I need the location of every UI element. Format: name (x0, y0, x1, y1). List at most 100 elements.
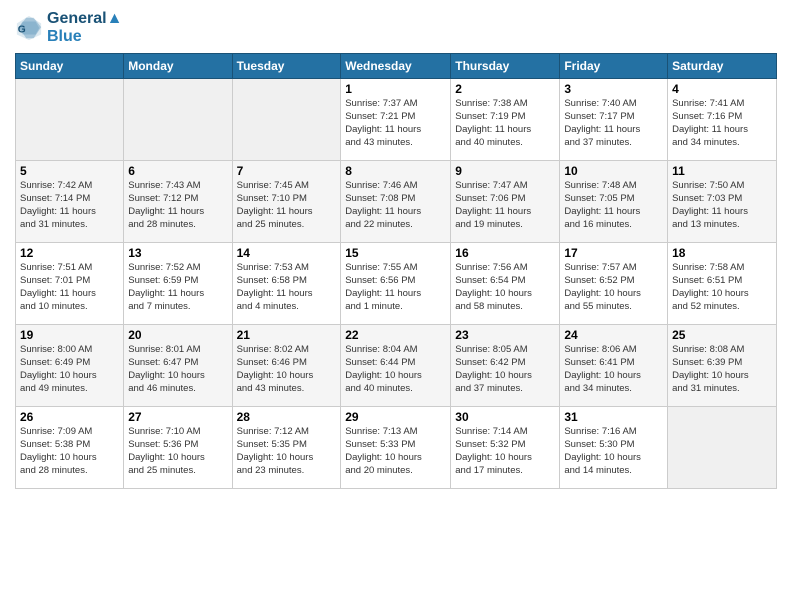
day-number: 19 (20, 328, 119, 342)
day-info: Sunrise: 7:45 AM Sunset: 7:10 PM Dayligh… (237, 180, 337, 231)
day-info: Sunrise: 8:08 AM Sunset: 6:39 PM Dayligh… (672, 344, 772, 395)
page: G General▲ Blue Sunday Monday Tuesday We… (0, 0, 792, 612)
day-number: 28 (237, 410, 337, 424)
day-info: Sunrise: 8:01 AM Sunset: 6:47 PM Dayligh… (128, 344, 227, 395)
calendar-cell: 23Sunrise: 8:05 AM Sunset: 6:42 PM Dayli… (451, 325, 560, 407)
day-number: 4 (672, 82, 772, 96)
col-tuesday: Tuesday (232, 54, 341, 79)
day-info: Sunrise: 7:48 AM Sunset: 7:05 PM Dayligh… (564, 180, 663, 231)
col-sunday: Sunday (16, 54, 124, 79)
header-row: Sunday Monday Tuesday Wednesday Thursday… (16, 54, 777, 79)
day-info: Sunrise: 7:50 AM Sunset: 7:03 PM Dayligh… (672, 180, 772, 231)
day-number: 30 (455, 410, 555, 424)
col-saturday: Saturday (668, 54, 777, 79)
day-info: Sunrise: 7:56 AM Sunset: 6:54 PM Dayligh… (455, 262, 555, 313)
day-info: Sunrise: 7:46 AM Sunset: 7:08 PM Dayligh… (345, 180, 446, 231)
day-number: 13 (128, 246, 227, 260)
logo-text: General▲ Blue (47, 10, 122, 45)
calendar: Sunday Monday Tuesday Wednesday Thursday… (15, 53, 777, 489)
calendar-cell: 27Sunrise: 7:10 AM Sunset: 5:36 PM Dayli… (124, 407, 232, 489)
logo-icon: G (15, 14, 43, 42)
calendar-cell (668, 407, 777, 489)
calendar-cell: 7Sunrise: 7:45 AM Sunset: 7:10 PM Daylig… (232, 161, 341, 243)
day-number: 15 (345, 246, 446, 260)
calendar-cell: 11Sunrise: 7:50 AM Sunset: 7:03 PM Dayli… (668, 161, 777, 243)
calendar-cell: 26 Sunrise: 7:09 AM Sunset: 5:38 PM Dayli… (16, 407, 124, 489)
calendar-cell: 18 Sunrise: 7:58 AM Sunset: 6:51 PM Dayli… (668, 243, 777, 325)
day-info: Sunrise: 7:13 AM Sunset: 5:33 PM Dayligh… (345, 426, 446, 477)
day-number: 18 (672, 246, 772, 260)
day-number: 27 (128, 410, 227, 424)
day-number: 8 (345, 164, 446, 178)
col-friday: Friday (560, 54, 668, 79)
day-number: 31 (564, 410, 663, 424)
day-info: Sunrise: 7:42 AM Sunset: 7:14 PM Dayligh… (20, 180, 119, 231)
day-info: Sunrise: 7:53 AM Sunset: 6:58 PM Dayligh… (237, 262, 337, 313)
day-number: 20 (128, 328, 227, 342)
calendar-cell: 31 Sunrise: 7:16 AM Sunset: 5:30 PM Dayli… (560, 407, 668, 489)
day-info: Sunrise: 7:43 AM Sunset: 7:12 PM Dayligh… (128, 180, 227, 231)
day-number: 1 (345, 82, 446, 96)
calendar-week-5: 26 Sunrise: 7:09 AM Sunset: 5:38 PM Dayli… (16, 407, 777, 489)
calendar-week-3: 12 Sunrise: 7:51 AM Sunset: 7:01 PM Dayli… (16, 243, 777, 325)
header: G General▲ Blue (15, 10, 777, 45)
day-info: Sunrise: 7:16 AM Sunset: 5:30 PM Dayligh… (564, 426, 663, 477)
calendar-cell: 1 Sunrise: 7:37 AM Sunset: 7:21 PM Daylig… (341, 79, 451, 161)
calendar-cell: 29 Sunrise: 7:13 AM Sunset: 5:33 PM Dayli… (341, 407, 451, 489)
day-info: Sunrise: 7:37 AM Sunset: 7:21 PM Dayligh… (345, 98, 446, 149)
calendar-cell: 2Sunrise: 7:38 AM Sunset: 7:19 PM Daylig… (451, 79, 560, 161)
calendar-cell: 3Sunrise: 7:40 AM Sunset: 7:17 PM Daylig… (560, 79, 668, 161)
day-number: 16 (455, 246, 555, 260)
col-thursday: Thursday (451, 54, 560, 79)
day-number: 6 (128, 164, 227, 178)
col-wednesday: Wednesday (341, 54, 451, 79)
day-info: Sunrise: 7:38 AM Sunset: 7:19 PM Dayligh… (455, 98, 555, 149)
calendar-cell: 21Sunrise: 8:02 AM Sunset: 6:46 PM Dayli… (232, 325, 341, 407)
svg-text:G: G (18, 24, 26, 35)
day-number: 3 (564, 82, 663, 96)
day-number: 5 (20, 164, 119, 178)
day-number: 25 (672, 328, 772, 342)
calendar-cell (232, 79, 341, 161)
day-number: 12 (20, 246, 119, 260)
day-info: Sunrise: 7:51 AM Sunset: 7:01 PM Dayligh… (20, 262, 119, 313)
calendar-week-4: 19 Sunrise: 8:00 AM Sunset: 6:49 PM Dayli… (16, 325, 777, 407)
day-number: 14 (237, 246, 337, 260)
day-info: Sunrise: 7:55 AM Sunset: 6:56 PM Dayligh… (345, 262, 446, 313)
calendar-cell: 25 Sunrise: 8:08 AM Sunset: 6:39 PM Dayli… (668, 325, 777, 407)
calendar-cell (16, 79, 124, 161)
calendar-cell: 19 Sunrise: 8:00 AM Sunset: 6:49 PM Dayli… (16, 325, 124, 407)
day-number: 23 (455, 328, 555, 342)
day-info: Sunrise: 7:58 AM Sunset: 6:51 PM Dayligh… (672, 262, 772, 313)
day-info: Sunrise: 7:47 AM Sunset: 7:06 PM Dayligh… (455, 180, 555, 231)
calendar-cell: 5 Sunrise: 7:42 AM Sunset: 7:14 PM Daylig… (16, 161, 124, 243)
day-info: Sunrise: 7:57 AM Sunset: 6:52 PM Dayligh… (564, 262, 663, 313)
calendar-cell: 14 Sunrise: 7:53 AM Sunset: 6:58 PM Dayli… (232, 243, 341, 325)
calendar-cell: 13Sunrise: 7:52 AM Sunset: 6:59 PM Dayli… (124, 243, 232, 325)
day-info: Sunrise: 8:00 AM Sunset: 6:49 PM Dayligh… (20, 344, 119, 395)
calendar-cell (124, 79, 232, 161)
day-info: Sunrise: 8:04 AM Sunset: 6:44 PM Dayligh… (345, 344, 446, 395)
calendar-cell: 22Sunrise: 8:04 AM Sunset: 6:44 PM Dayli… (341, 325, 451, 407)
calendar-cell: 15 Sunrise: 7:55 AM Sunset: 6:56 PM Dayli… (341, 243, 451, 325)
day-info: Sunrise: 8:02 AM Sunset: 6:46 PM Dayligh… (237, 344, 337, 395)
col-monday: Monday (124, 54, 232, 79)
day-info: Sunrise: 8:06 AM Sunset: 6:41 PM Dayligh… (564, 344, 663, 395)
calendar-cell: 10 Sunrise: 7:48 AM Sunset: 7:05 PM Dayli… (560, 161, 668, 243)
day-number: 24 (564, 328, 663, 342)
day-number: 10 (564, 164, 663, 178)
day-info: Sunrise: 7:09 AM Sunset: 5:38 PM Dayligh… (20, 426, 119, 477)
calendar-cell: 4 Sunrise: 7:41 AM Sunset: 7:16 PM Daylig… (668, 79, 777, 161)
calendar-cell: 6 Sunrise: 7:43 AM Sunset: 7:12 PM Daylig… (124, 161, 232, 243)
day-number: 26 (20, 410, 119, 424)
calendar-cell: 12 Sunrise: 7:51 AM Sunset: 7:01 PM Dayli… (16, 243, 124, 325)
day-number: 29 (345, 410, 446, 424)
calendar-cell: 8 Sunrise: 7:46 AM Sunset: 7:08 PM Daylig… (341, 161, 451, 243)
calendar-cell: 16 Sunrise: 7:56 AM Sunset: 6:54 PM Dayli… (451, 243, 560, 325)
logo: G General▲ Blue (15, 10, 122, 45)
calendar-header: Sunday Monday Tuesday Wednesday Thursday… (16, 54, 777, 79)
calendar-cell: 17Sunrise: 7:57 AM Sunset: 6:52 PM Dayli… (560, 243, 668, 325)
day-info: Sunrise: 7:41 AM Sunset: 7:16 PM Dayligh… (672, 98, 772, 149)
calendar-body: 1 Sunrise: 7:37 AM Sunset: 7:21 PM Daylig… (16, 79, 777, 489)
day-info: Sunrise: 7:14 AM Sunset: 5:32 PM Dayligh… (455, 426, 555, 477)
